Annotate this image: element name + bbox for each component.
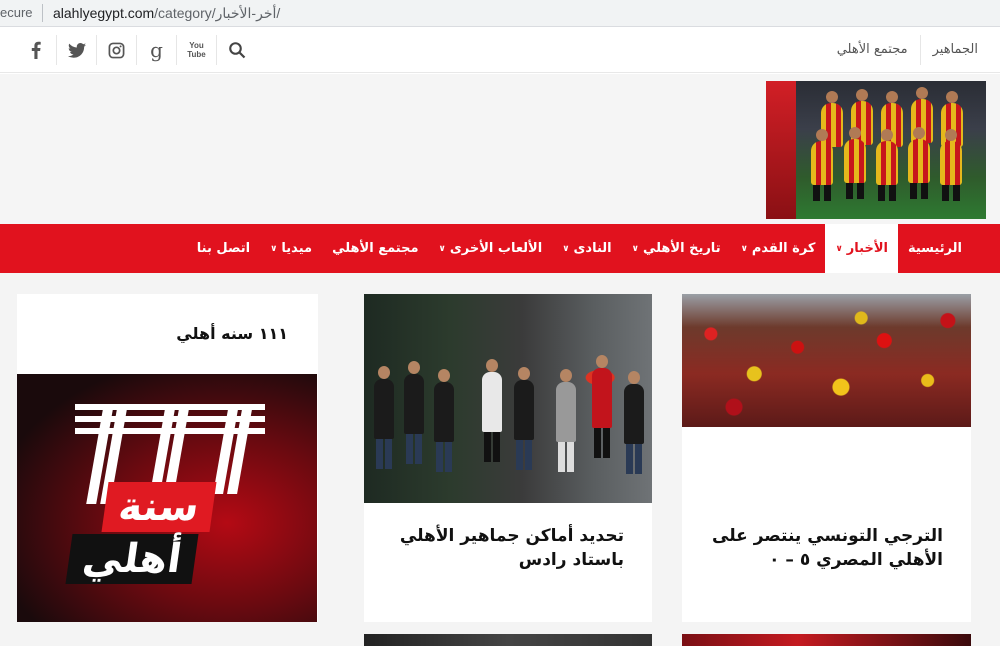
twitter-icon[interactable]	[56, 35, 96, 65]
chevron-down-icon: ∨	[740, 243, 748, 254]
sidebar-widget: ١١١ سنه أهلي سنة أهلي	[17, 294, 318, 622]
nav-item-label: النادى	[573, 241, 612, 256]
nav-item[interactable]: الألعاب الأخرى ∨	[429, 224, 553, 273]
nav-item[interactable]: الأخبار ∨	[825, 224, 898, 273]
article-card[interactable]: تحديد أماكن جماهير الأهلي باستاد رادس	[364, 294, 652, 622]
main-content: ١١١ سنه أهلي سنة أهلي الترجي التونسي ينت…	[0, 273, 1000, 646]
article-card[interactable]: الترجي التونسي ينتصر على الأهلي المصري ٥…	[682, 294, 971, 622]
nav-item-label: مجتمع الأهلي	[332, 241, 419, 256]
top-link-community[interactable]: مجتمع الأهلي	[825, 35, 920, 65]
article-thumbnail-next[interactable]	[364, 634, 652, 646]
nav-item-label: الأخبار	[846, 241, 888, 256]
google-icon[interactable]: g	[136, 35, 176, 65]
chevron-down-icon: ∨	[438, 243, 446, 254]
photo-red-stripe	[766, 81, 796, 219]
article-title-line: الأهلي المصري ٥ – ٠	[769, 550, 943, 570]
article-thumbnail-next[interactable]	[682, 634, 971, 646]
article-title-line: الترجي التونسي ينتصر على	[712, 526, 943, 546]
article-title-line: تحديد أماكن جماهير الأهلي	[399, 526, 624, 546]
chevron-down-icon: ∨	[835, 243, 843, 254]
article-title-line: باستاد رادس	[518, 550, 624, 570]
address-separator	[42, 4, 43, 22]
nav-item[interactable]: كرة القدم ∨	[731, 224, 826, 273]
nav-item[interactable]: النادى ∨	[552, 224, 621, 273]
youtube-icon-text: You Tube	[187, 41, 206, 59]
player-figure	[940, 129, 962, 201]
nav-item[interactable]: اتصل بنا	[187, 224, 260, 273]
chevron-down-icon: ∨	[270, 243, 278, 254]
nav-item[interactable]: تاريخ الأهلي ∨	[622, 224, 731, 273]
article-thumbnail[interactable]	[364, 294, 652, 503]
url-path: /category/أخر-الأخبار/	[154, 5, 281, 21]
logo-text-club: أهلي	[65, 534, 199, 584]
nav-item[interactable]: الرئيسية	[898, 224, 962, 273]
nav-item[interactable]: مجتمع الأهلي	[322, 224, 428, 273]
logo-text-year: سنة	[101, 482, 217, 532]
facebook-icon[interactable]	[16, 35, 56, 65]
article-thumbnail[interactable]	[682, 294, 971, 427]
player-figure	[811, 129, 833, 201]
nav-item-label: كرة القدم	[751, 241, 816, 256]
top-links: الجماهير مجتمع الأهلي	[825, 35, 990, 65]
player-figure	[844, 127, 866, 199]
nav-item-label: تاريخ الأهلي	[642, 241, 721, 256]
nav-item-label: اتصل بنا	[196, 241, 251, 256]
header-banner	[0, 74, 1000, 224]
nav-item[interactable]: ميديا ∨	[260, 224, 322, 273]
search-icon[interactable]	[216, 35, 256, 65]
top-link-fans[interactable]: الجماهير	[919, 35, 990, 65]
browser-address-bar[interactable]: ecure alahlyegypt.com/category/أخر-الأخب…	[0, 0, 1000, 27]
anniversary-logo-image[interactable]: سنة أهلي	[17, 374, 317, 622]
top-bar: g You Tube الجماهير مجتمع الأهلي	[0, 27, 1000, 73]
nav-item-label: الرئيسية	[907, 241, 962, 256]
url-host: alahlyegypt.com	[53, 5, 155, 21]
url-text[interactable]: alahlyegypt.com/category/أخر-الأخبار/	[53, 5, 280, 22]
player-figure	[876, 129, 898, 201]
widget-title: ١١١ سنه أهلي	[176, 324, 288, 343]
player-figure	[908, 127, 930, 199]
article-title[interactable]: الترجي التونسي ينتصر على الأهلي المصري ٥…	[712, 524, 943, 572]
team-photo[interactable]	[766, 81, 986, 219]
main-navigation: الرئيسية الأخبار ∨ كرة القدم ∨ تاريخ الأهلي ∨ ا…	[0, 224, 1000, 273]
nav-list: الرئيسية الأخبار ∨ كرة القدم ∨ تاريخ الأهلي ∨ ا…	[187, 224, 962, 273]
nav-item-label: ميديا	[281, 241, 313, 256]
nav-item-label: الألعاب الأخرى	[449, 241, 543, 256]
secure-label: ecure	[0, 5, 33, 20]
article-title[interactable]: تحديد أماكن جماهير الأهلي باستاد رادس	[400, 524, 624, 572]
chevron-down-icon: ∨	[631, 243, 639, 254]
chevron-down-icon: ∨	[562, 243, 570, 254]
youtube-icon[interactable]: You Tube	[176, 35, 216, 65]
instagram-icon[interactable]	[96, 35, 136, 65]
